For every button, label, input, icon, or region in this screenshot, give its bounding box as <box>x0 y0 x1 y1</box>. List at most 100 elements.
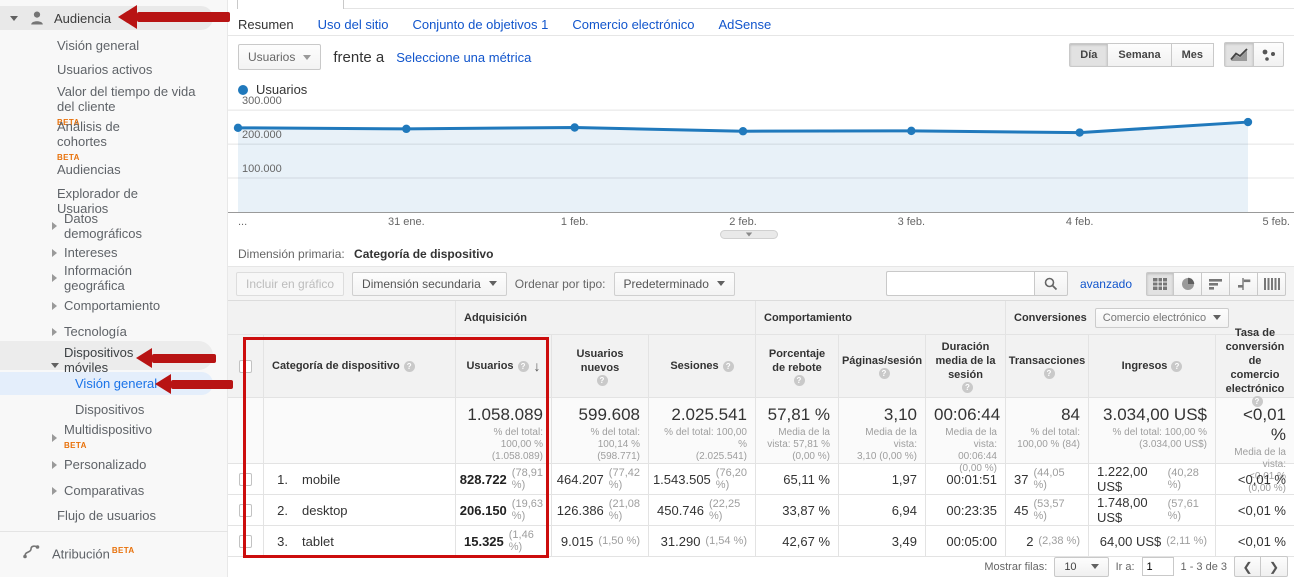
search-button[interactable] <box>1034 271 1068 296</box>
column-header-usuarios[interactable]: Usuarios?↓ <box>455 335 551 397</box>
column-header-duracion[interactable]: Duración media de la sesión? <box>925 335 1005 397</box>
percentage-view-button[interactable] <box>1174 272 1202 296</box>
primary-dimension-value[interactable]: Categoría de dispositivo <box>354 247 493 261</box>
select-all-checkbox[interactable] <box>239 360 252 373</box>
sidebar-item-informacion-geografica[interactable]: Información geográfica <box>64 263 176 293</box>
column-header-ingresos[interactable]: Ingresos? <box>1088 335 1215 397</box>
group-header-adquisicion: Adquisición <box>455 301 755 334</box>
expand-icon[interactable] <box>52 222 57 230</box>
total-usuarios-nuevos: 599.608 % del total: 100,14 %(598.771) <box>551 398 648 463</box>
table-row-mobile[interactable]: 1.mobile 828.722(78,91 %) 464.207(77,42 … <box>228 464 1294 495</box>
expand-icon[interactable] <box>52 249 57 257</box>
primary-dimension-label: Dimensión primaria: <box>238 247 345 261</box>
x-axis-labels: ...31 ene.1 feb.2 feb.3 feb.4 feb.5 feb. <box>228 216 1294 230</box>
table-search-input[interactable] <box>886 271 1034 296</box>
help-icon[interactable]: ? <box>723 361 734 372</box>
sidebar-item-audiencias[interactable]: Audiencias <box>57 162 121 177</box>
comparison-icon <box>1237 278 1251 290</box>
expand-icon[interactable] <box>52 487 57 495</box>
sidebar-item-vision-general[interactable]: Visión general <box>57 38 139 53</box>
table-row-tablet[interactable]: 3.tablet 15.325(1,46 %) 9.015(1,50 %) 31… <box>228 526 1294 557</box>
expand-icon[interactable] <box>52 302 57 310</box>
attribution-icon <box>22 542 42 560</box>
report-main: Resumen Uso del sitio Conjunto de objeti… <box>228 0 1294 577</box>
column-header-categoria[interactable]: Categoría de dispositivo? <box>263 335 455 397</box>
column-header-rebote[interactable]: Porcentaje de rebote? <box>755 335 838 397</box>
sidebar-item-usuarios-activos[interactable]: Usuarios activos <box>57 62 152 77</box>
select-metric-link[interactable]: Seleccione una métrica <box>396 50 531 65</box>
chevron-down-icon <box>1213 315 1221 320</box>
sort-type-dropdown[interactable]: Predeterminado <box>614 272 735 296</box>
performance-view-button[interactable] <box>1202 272 1230 296</box>
chart-canvas[interactable] <box>228 100 1294 212</box>
sidebar-item-tecnologia[interactable]: Tecnología <box>64 324 127 339</box>
subtab-adsense[interactable]: AdSense <box>718 17 771 32</box>
help-icon[interactable]: ? <box>597 375 608 386</box>
sidebar-item-dispositivos-moviles[interactable]: Dispositivos móviles <box>64 345 164 375</box>
beta-badge: BETA <box>112 546 135 555</box>
sidebar-item-personalizado[interactable]: Personalizado <box>64 457 146 472</box>
help-icon[interactable]: ? <box>962 382 973 393</box>
next-page-button[interactable]: ❯ <box>1261 556 1288 577</box>
column-header-sesiones[interactable]: Sesiones? <box>648 335 755 397</box>
comparison-view-button[interactable] <box>1230 272 1258 296</box>
pivot-view-button[interactable] <box>1258 272 1286 296</box>
granularity-month-button[interactable]: Mes <box>1172 43 1214 67</box>
total-sesiones: 2.025.541 % del total: 100,00 %(2.025.54… <box>648 398 755 463</box>
sidebar-item-flujo-usuarios[interactable]: Flujo de usuarios <box>57 508 156 523</box>
sidebar-item-comparativas[interactable]: Comparativas <box>64 483 144 498</box>
granularity-day-button[interactable]: Día <box>1069 43 1108 67</box>
help-icon[interactable]: ? <box>1044 368 1055 379</box>
sidebar-item-datos-demograficos[interactable]: Datos demográficos <box>64 211 176 241</box>
subtab-resumen[interactable]: Resumen <box>238 17 294 32</box>
collapse-icon[interactable] <box>10 16 18 21</box>
expand-icon[interactable] <box>52 274 57 282</box>
help-icon[interactable]: ? <box>794 375 805 386</box>
column-header-usuarios-nuevos[interactable]: Usuarios nuevos? <box>551 335 648 397</box>
sidebar-item-multidispositivo[interactable]: Multidispositivo BETA <box>64 422 152 453</box>
x-axis-tick: 1 feb. <box>561 216 589 228</box>
rows-per-page-dropdown[interactable]: 10 <box>1054 557 1108 577</box>
granularity-week-button[interactable]: Semana <box>1108 43 1171 67</box>
data-view-button[interactable] <box>1146 272 1174 296</box>
active-report-tab[interactable] <box>237 0 344 9</box>
goto-page-input[interactable] <box>1142 557 1174 576</box>
expand-icon[interactable] <box>52 328 57 336</box>
expand-icon[interactable] <box>52 461 57 469</box>
conversions-type-dropdown[interactable]: Comercio electrónico <box>1095 308 1229 328</box>
subtab-conjunto-objetivos[interactable]: Conjunto de objetivos 1 <box>412 17 548 32</box>
collapse-icon[interactable] <box>51 363 59 368</box>
subtab-comercio-electronico[interactable]: Comercio electrónico <box>572 17 694 32</box>
sidebar-item-comportamiento[interactable]: Comportamiento <box>64 298 160 313</box>
sidebar-item-intereses[interactable]: Intereses <box>64 245 117 260</box>
plot-rows-button[interactable]: Incluir en gráfico <box>236 272 344 296</box>
row-checkbox[interactable] <box>239 504 252 517</box>
sidebar-item-atribucion[interactable]: AtribuciónBETA <box>52 543 135 561</box>
column-header-paginas-sesion[interactable]: Páginas/sesión? <box>838 335 925 397</box>
row-checkbox[interactable] <box>239 473 252 486</box>
row-checkbox[interactable] <box>239 535 252 548</box>
rows-per-page-label: Mostrar filas: <box>984 561 1047 573</box>
column-header-transacciones[interactable]: Transacciones? <box>1005 335 1088 397</box>
sidebar-item-vision-general-moviles[interactable]: Visión general <box>75 376 157 391</box>
help-icon[interactable]: ? <box>1171 361 1182 372</box>
secondary-dimension-dropdown[interactable]: Dimensión secundaria <box>352 272 507 296</box>
subtab-uso-del-sitio[interactable]: Uso del sitio <box>318 17 389 32</box>
advanced-search-link[interactable]: avanzado <box>1080 277 1132 291</box>
timeline-scrubber-handle[interactable] <box>720 230 778 239</box>
table-row-desktop[interactable]: 2.desktop 206.150(19,63 %) 126.386(21,08… <box>228 495 1294 526</box>
scatter-view-button[interactable] <box>1254 42 1284 67</box>
help-icon[interactable]: ? <box>518 361 529 372</box>
sidebar-item-analisis-cohortes[interactable]: Análisis de cohortes BETA <box>57 119 157 165</box>
column-header-tasa-conversion[interactable]: Tasa de conversión de comercio electróni… <box>1215 335 1294 397</box>
previous-page-button[interactable]: ❮ <box>1234 556 1261 577</box>
x-axis-tick: 31 ene. <box>388 216 425 228</box>
line-chart-view-button[interactable] <box>1224 42 1254 67</box>
sidebar-item-dispositivos[interactable]: Dispositivos <box>75 402 144 417</box>
help-icon[interactable]: ? <box>879 368 890 379</box>
metric-dropdown[interactable]: Usuarios <box>238 44 321 70</box>
expand-icon[interactable] <box>52 434 57 442</box>
sidebar-section-audiencia[interactable]: Audiencia <box>0 6 213 30</box>
help-icon[interactable]: ? <box>404 361 415 372</box>
sort-desc-icon: ↓ <box>534 359 541 373</box>
